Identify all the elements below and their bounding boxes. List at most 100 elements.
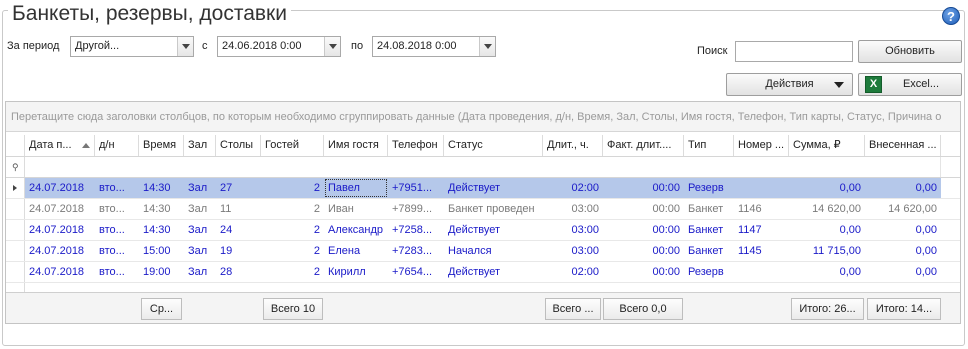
cell-actual-duration: 00:00 [652,245,680,257]
page-title: Банкеты, резервы, доставки [8,2,291,26]
cell-guest-name: Александр [328,224,384,236]
cell-actual-duration: 00:00 [652,182,680,194]
cell-sum: 0,00 [839,266,861,278]
search-label: Поиск [697,45,728,57]
column-header-status[interactable]: Статус [444,135,543,156]
chevron-down-icon[interactable] [479,37,495,56]
table-row[interactable]: 24.07.2018 вто... 19:00 Зал 28 2 Кирилл … [6,262,960,283]
cell-time: 14:30 [143,182,171,194]
auto-filter-row[interactable] [25,157,941,178]
group-by-panel[interactable]: Перетащите сюда заголовки столбцов, по к… [6,102,960,132]
column-header-actual-duration[interactable]: Факт. длит.... [603,135,684,156]
current-row-icon [13,185,17,191]
cell-actual-duration: 00:00 [652,266,680,278]
cell-paid: 0,00 [915,266,937,278]
chevron-down-icon[interactable] [177,37,193,56]
cell-dow: вто... [99,203,125,215]
to-date-value: 24.08.2018 0:00 [377,40,457,52]
period-label: За период [7,40,60,52]
cell-number: 1147 [738,224,762,236]
from-date-picker[interactable]: 24.06.2018 0:00 [217,36,341,57]
cell-duration: 03:00 [571,245,599,257]
excel-export-button[interactable]: X Excel... [858,73,962,96]
cell-tables: 24 [220,224,233,236]
cell-status: Действует [448,224,501,236]
cell-sum: 11 715,00 [812,245,861,257]
cell-hall: Зал [188,182,208,194]
column-header-date[interactable]: Дата п... [25,135,95,156]
cell-time: 14:30 [143,203,171,215]
status-summary[interactable]: Всего ... [545,298,601,320]
cell-time: 19:00 [143,266,171,278]
column-header-guests[interactable]: Гостей [261,135,324,156]
cell-phone: +7951... [392,182,433,194]
column-header-type[interactable]: Тип [684,135,734,156]
duration-summary[interactable]: Всего 0,0 [603,298,683,320]
pin-icon: ⚲ [12,162,19,172]
cell-duration: 03:00 [571,224,599,236]
table-row[interactable]: 24.07.2018 вто... 14:30 Зал 24 2 Алексан… [6,220,960,241]
chevron-down-icon[interactable] [324,37,340,56]
cell-type: Банкет [688,224,724,236]
table-row[interactable]: 24.07.2018 вто... 15:00 Зал 19 2 Елена +… [6,241,960,262]
reservations-grid: Перетащите сюда заголовки столбцов, по к… [5,101,961,324]
cell-actual-duration: 00:00 [652,203,680,215]
cell-guest-name: Павел [324,178,388,198]
cell-number: 1146 [738,203,762,215]
column-header-paid[interactable]: Внесенная ... [865,135,941,156]
cell-tables: 27 [220,182,233,194]
cell-tables: 11 [220,203,232,215]
column-header-number[interactable]: Номер ... [734,135,789,156]
cell-paid: 0,00 [915,245,937,257]
from-label: с [202,40,208,52]
time-summary[interactable]: Ср... [141,298,182,320]
column-header-phone[interactable]: Телефон [388,135,444,156]
cell-phone: +7899... [392,203,433,215]
cell-sum: 14 620,00 [812,203,861,215]
column-header-time[interactable]: Время [139,135,184,156]
cell-guest-name: Иван [328,203,354,215]
cell-dow: вто... [99,266,125,278]
paid-summary[interactable]: Итого: 14... [867,298,941,320]
refresh-button[interactable]: Обновить [858,40,962,63]
cell-number: 1145 [738,245,762,257]
cell-date: 24.07.2018 [29,182,85,194]
cell-guest-name: Елена [328,245,361,257]
actions-button-label: Действия [765,78,814,90]
help-icon[interactable]: ? [942,7,960,25]
excel-icon: X [865,76,882,93]
to-date-picker[interactable]: 24.08.2018 0:00 [372,36,496,57]
sum-summary[interactable]: Итого: 26... [791,298,864,320]
from-date-value: 24.06.2018 0:00 [222,40,302,52]
cell-hall: Зал [188,245,208,257]
cell-dow: вто... [99,224,125,236]
cell-number [734,262,789,282]
cell-type: Банкет [688,245,724,257]
tables-summary[interactable]: Всего 10 [263,298,323,320]
cell-guests: 2 [313,245,320,257]
actions-button[interactable]: Действия [726,73,853,96]
column-header-hall[interactable]: Зал [184,135,216,156]
cell-status: Начался [448,245,492,257]
cell-date: 24.07.2018 [29,224,85,236]
column-header-sum[interactable]: Сумма, ₽ [789,135,865,156]
cell-status: Банкет проведен [448,203,535,215]
column-header-guest-name[interactable]: Имя гостя [324,135,388,156]
column-header-dow[interactable]: д/н [95,135,139,156]
cell-guests: 2 [313,266,320,278]
column-header-duration[interactable]: Длит., ч. [543,135,603,156]
cell-type: Резерв [688,182,724,194]
period-select[interactable]: Другой... [70,36,194,57]
table-row[interactable]: 24.07.2018 вто... 14:30 Зал 11 2 Иван +7… [6,199,960,220]
column-header-tables[interactable]: Столы [216,135,261,156]
search-input[interactable] [735,41,853,62]
cell-guest-name: Кирилл [328,266,366,278]
cell-dow: вто... [99,182,125,194]
table-row[interactable]: 24.07.2018 вто... 14:30 Зал 27 2 Павел +… [6,178,960,199]
cell-duration: 02:00 [571,266,599,278]
cell-dow: вто... [99,245,125,257]
to-label: по [351,40,364,52]
cell-number [734,178,789,198]
cell-tables: 19 [220,245,233,257]
cell-status: Действует [448,266,501,278]
